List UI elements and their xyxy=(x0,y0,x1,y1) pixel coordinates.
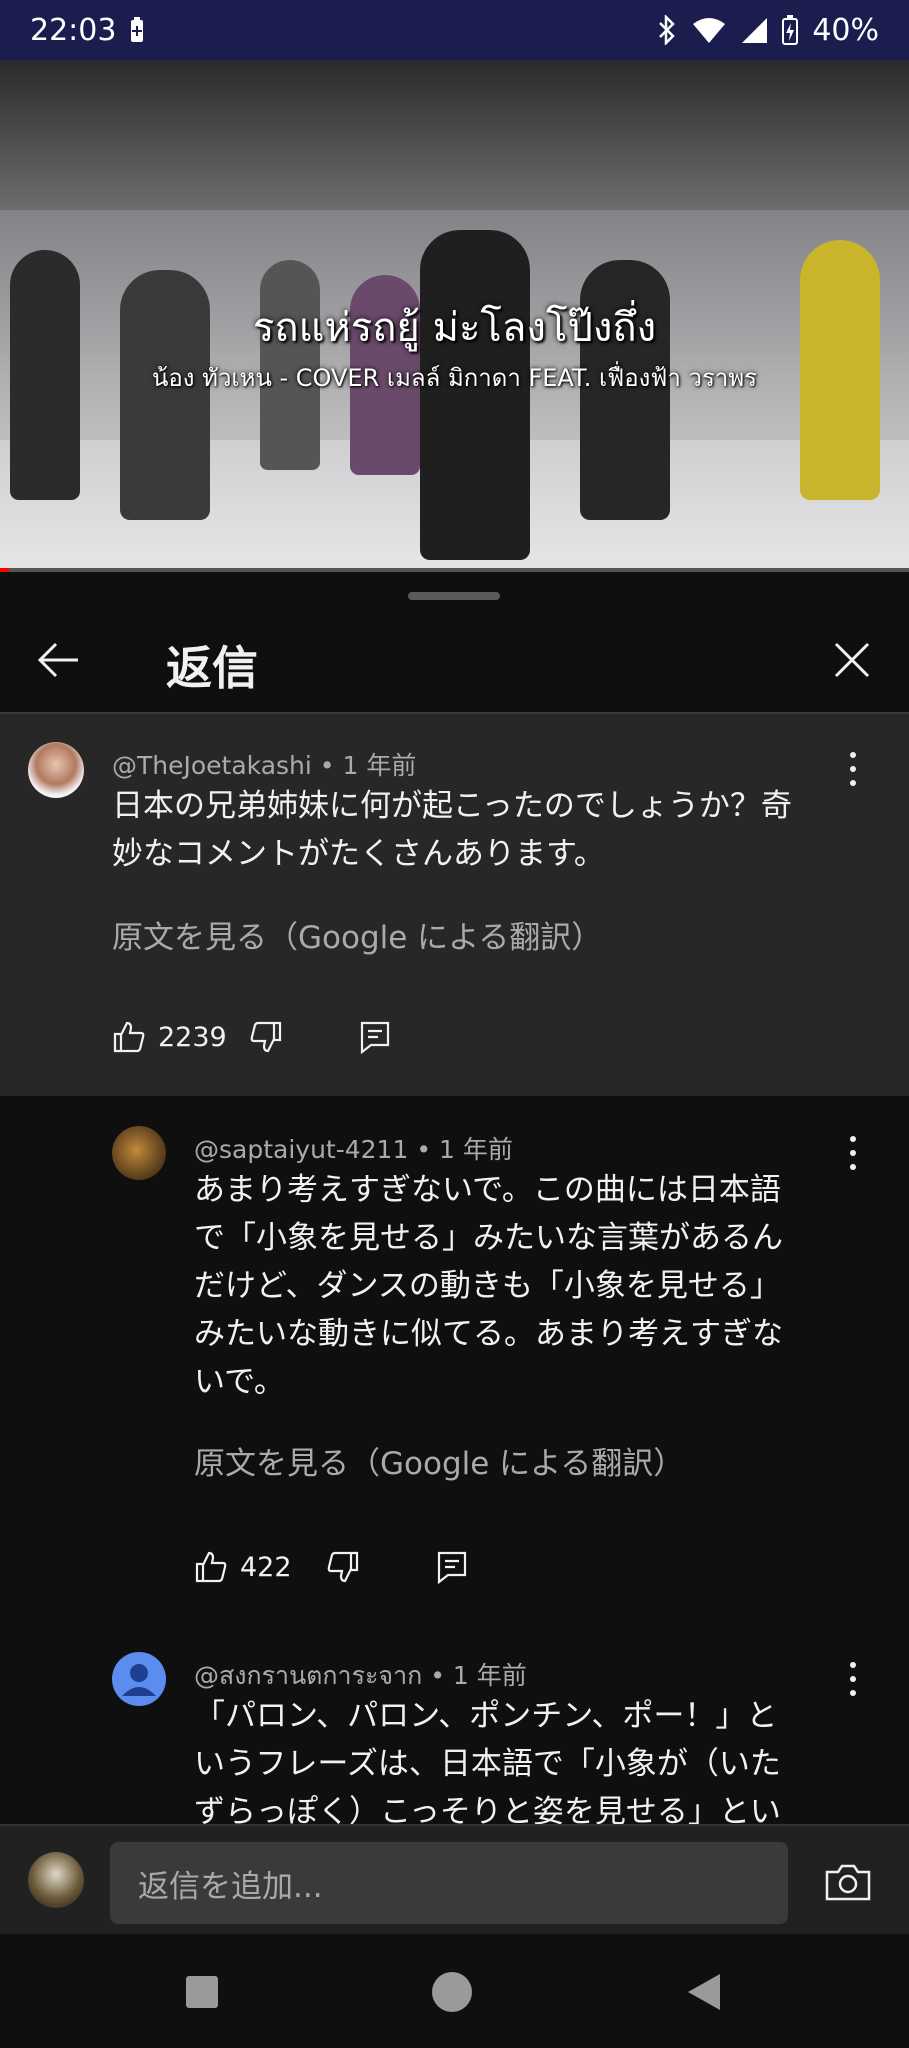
default-user-icon xyxy=(122,1664,156,1696)
recents-icon xyxy=(186,1976,218,2008)
comment-menu-button[interactable] xyxy=(847,1662,859,1696)
avatar[interactable] xyxy=(112,1652,166,1706)
system-nav-bar xyxy=(0,1934,909,2048)
back-nav-button[interactable] xyxy=(672,1962,736,2022)
recents-button[interactable] xyxy=(170,1964,234,2020)
reply-placeholder: 返信を追加... xyxy=(138,1868,323,1905)
reply-comment: @สงกรานตการะจาก • 1 年前 「パロン、パロン、ポンチン、ポー！… xyxy=(0,0,909,1824)
home-icon xyxy=(432,1972,472,2012)
reply-input[interactable]: 返信を追加... xyxy=(110,1842,788,1924)
reply-bar: 返信を追加... xyxy=(0,1824,909,1936)
comment-meta: @สงกรานตการะจาก • 1 年前 xyxy=(194,1661,527,1690)
camera-icon xyxy=(825,1864,871,1901)
comment-author[interactable]: @สงกรานตการะจาก xyxy=(194,1661,422,1690)
camera-button[interactable] xyxy=(818,1852,878,1912)
comment-text: 「パロン、パロン、ポンチン、ポー！」と いうフレーズは、日本語で「小象が（いた … xyxy=(194,1698,781,1824)
home-button[interactable] xyxy=(420,1960,484,2024)
back-triangle-icon xyxy=(688,1974,720,2010)
comment-age: 1 年前 xyxy=(452,1661,527,1690)
user-avatar xyxy=(28,1852,84,1908)
